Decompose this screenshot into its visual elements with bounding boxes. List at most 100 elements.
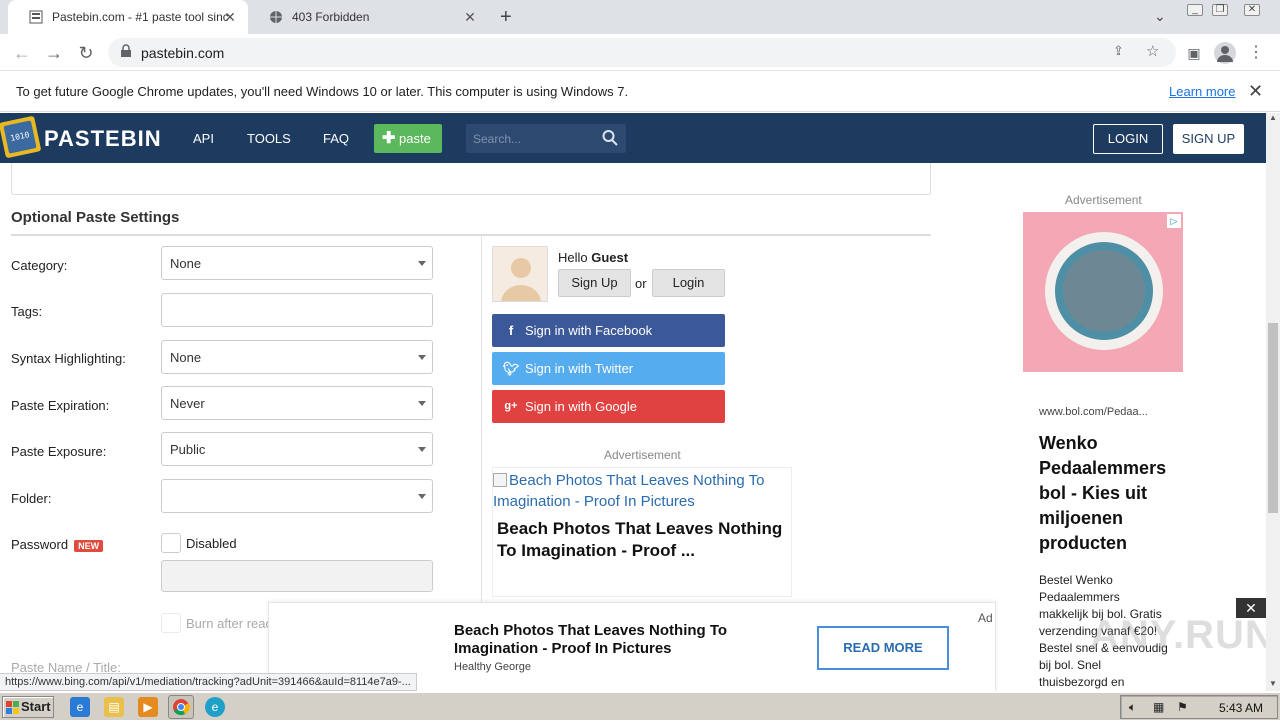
star-icon[interactable]: ☆ bbox=[1146, 42, 1159, 60]
side-panel-icon[interactable]: ▣ bbox=[1184, 43, 1204, 63]
tags-label: Tags: bbox=[11, 304, 43, 319]
tab-pastebin[interactable]: Pastebin.com - #1 paste tool since 2 ✕ bbox=[8, 0, 248, 34]
ad-title[interactable]: Wenko Pedaalemmers bol - Kies uit miljoe… bbox=[1039, 431, 1179, 556]
scroll-down-icon[interactable]: ▼ bbox=[1269, 679, 1277, 688]
media-player-icon[interactable]: ▶ bbox=[138, 697, 158, 717]
signup-button[interactable]: SIGN UP bbox=[1173, 124, 1244, 154]
url-text: pastebin.com bbox=[141, 45, 225, 61]
scroll-up-icon[interactable]: ▲ bbox=[1269, 113, 1277, 122]
profile-avatar-icon[interactable] bbox=[1214, 42, 1236, 64]
address-bar[interactable]: pastebin.com ⇪ ☆ bbox=[108, 38, 1176, 67]
chrome-update-infobar: To get future Google Chrome updates, you… bbox=[0, 71, 1280, 112]
paste-textarea[interactable] bbox=[11, 163, 931, 195]
broken-image-alt[interactable]: Beach Photos That Leaves Nothing To Imag… bbox=[493, 470, 789, 512]
close-icon[interactable]: ✕ bbox=[1248, 81, 1263, 102]
exposure-label: Paste Exposure: bbox=[11, 444, 107, 459]
network-icon[interactable]: ▦ bbox=[1153, 700, 1164, 714]
new-tab-icon[interactable]: + bbox=[500, 6, 512, 29]
read-more-button[interactable]: READ MORE bbox=[817, 626, 949, 670]
expiration-select[interactable]: Never bbox=[161, 386, 433, 420]
search-placeholder: Search... bbox=[473, 132, 522, 146]
burn-checkbox[interactable] bbox=[161, 613, 181, 633]
ad-card-title[interactable]: Beach Photos That Leaves Nothing To Imag… bbox=[497, 518, 789, 562]
forward-icon[interactable]: → bbox=[44, 43, 64, 63]
twitter-signin-button[interactable]: 🐦︎ Sign in with Twitter bbox=[492, 352, 725, 385]
syntax-value: None bbox=[170, 350, 202, 365]
new-badge: NEW bbox=[74, 539, 104, 552]
password-checkbox[interactable] bbox=[161, 533, 181, 553]
banner-source: Healthy George bbox=[454, 661, 532, 673]
scrollbar-thumb[interactable] bbox=[1268, 323, 1278, 513]
google-signin-button[interactable]: g+ Sign in with Google bbox=[492, 390, 725, 423]
close-window-button[interactable]: ✕ bbox=[1244, 4, 1260, 16]
search-input[interactable]: Search... bbox=[466, 124, 626, 153]
volume-icon[interactable]: 🔈︎ bbox=[1129, 700, 1136, 715]
advertisement-label: Advertisement bbox=[1065, 193, 1142, 207]
nav-tools[interactable]: TOOLS bbox=[247, 131, 291, 146]
exposure-select[interactable]: Public bbox=[161, 432, 433, 466]
status-bar-url: https://www.bing.com/api/v1/mediation/tr… bbox=[0, 673, 417, 691]
tab-403-forbidden[interactable]: 403 Forbidden ✕ bbox=[248, 0, 488, 34]
close-icon[interactable]: ✕ bbox=[1236, 598, 1266, 618]
tags-input[interactable] bbox=[161, 293, 433, 327]
banner-title[interactable]: Beach Photos That Leaves Nothing To Imag… bbox=[454, 622, 774, 658]
page-content: 1010 PASTEBIN API TOOLS FAQ ✚ paste Sear… bbox=[0, 113, 1266, 691]
hello-text: Hello bbox=[558, 250, 592, 265]
folder-select[interactable] bbox=[161, 479, 433, 513]
learn-more-link[interactable]: Learn more bbox=[1169, 84, 1235, 99]
password-label-text: Password bbox=[11, 537, 69, 552]
nav-api[interactable]: API bbox=[193, 131, 214, 146]
tab-title: Pastebin.com - #1 paste tool since 2 bbox=[52, 10, 228, 24]
facebook-label: Sign in with Facebook bbox=[525, 323, 653, 338]
facebook-icon: f bbox=[508, 323, 514, 338]
category-select[interactable]: None bbox=[161, 246, 433, 280]
restore-button[interactable]: ❐ bbox=[1212, 4, 1228, 16]
advertisement-label: Advertisement bbox=[604, 448, 681, 462]
chevron-down-icon[interactable]: ⌄ bbox=[1154, 8, 1166, 25]
expiration-label: Paste Expiration: bbox=[11, 398, 110, 413]
product-image bbox=[1055, 242, 1153, 340]
facebook-signin-button[interactable]: f Sign in with Facebook bbox=[492, 314, 725, 347]
category-label: Category: bbox=[11, 258, 68, 273]
search-icon[interactable] bbox=[602, 129, 618, 152]
back-icon[interactable]: ← bbox=[12, 43, 32, 63]
syntax-label: Syntax Highlighting: bbox=[11, 351, 126, 366]
user-silhouette-icon bbox=[501, 258, 541, 301]
syntax-select[interactable]: None bbox=[161, 340, 433, 374]
ad-card[interactable]: Beach Photos That Leaves Nothing To Imag… bbox=[492, 467, 792, 597]
edge-icon[interactable]: e bbox=[205, 697, 225, 717]
explorer-folder-icon[interactable]: ▤ bbox=[104, 697, 124, 717]
pastebin-logo-icon[interactable]: 1010 bbox=[0, 115, 42, 159]
tab-title: 403 Forbidden bbox=[292, 10, 370, 24]
menu-kebab-icon[interactable]: ⋮ bbox=[1246, 43, 1266, 63]
close-tab-icon[interactable]: ✕ bbox=[462, 9, 478, 25]
nav-faq[interactable]: FAQ bbox=[323, 131, 349, 146]
chrome-icon[interactable] bbox=[168, 695, 194, 719]
share-icon[interactable]: ⇪ bbox=[1113, 43, 1124, 59]
lock-icon bbox=[120, 44, 132, 61]
flag-icon[interactable]: ⚑ bbox=[1177, 700, 1188, 714]
ad-tag: Ad bbox=[978, 611, 993, 625]
expiration-value: Never bbox=[170, 396, 205, 411]
page-scrollbar[interactable]: ▲ ▼ bbox=[1266, 113, 1280, 691]
ad-image[interactable]: ▷ bbox=[1023, 212, 1183, 372]
start-button[interactable]: Start bbox=[2, 696, 54, 718]
ad-url[interactable]: www.bol.com/Pedaa... bbox=[1039, 406, 1148, 418]
close-tab-icon[interactable]: ✕ bbox=[222, 9, 238, 25]
ie-icon[interactable]: e bbox=[70, 697, 90, 717]
plus-icon: ✚ bbox=[382, 130, 396, 147]
chevron-down-icon bbox=[418, 401, 426, 406]
reload-icon[interactable]: ↻ bbox=[76, 43, 96, 63]
windows-flag-icon bbox=[6, 701, 19, 714]
guest-login-button[interactable]: Login bbox=[652, 269, 725, 297]
guest-signup-button[interactable]: Sign Up bbox=[558, 269, 631, 297]
password-disabled-label: Disabled bbox=[186, 536, 237, 551]
adchoices-icon[interactable]: ▷ bbox=[1167, 214, 1181, 228]
guest-avatar bbox=[492, 246, 548, 302]
pastebin-logo-text[interactable]: PASTEBIN bbox=[44, 126, 162, 152]
login-button[interactable]: LOGIN bbox=[1093, 124, 1163, 154]
minimize-button[interactable]: _ bbox=[1187, 4, 1203, 16]
new-paste-button[interactable]: ✚ paste bbox=[374, 124, 442, 153]
windows-taskbar: Start e ▤ ▶ e 🔈︎ ▦ ⚑ 5:43 AM bbox=[0, 692, 1280, 720]
password-input[interactable] bbox=[161, 560, 433, 592]
